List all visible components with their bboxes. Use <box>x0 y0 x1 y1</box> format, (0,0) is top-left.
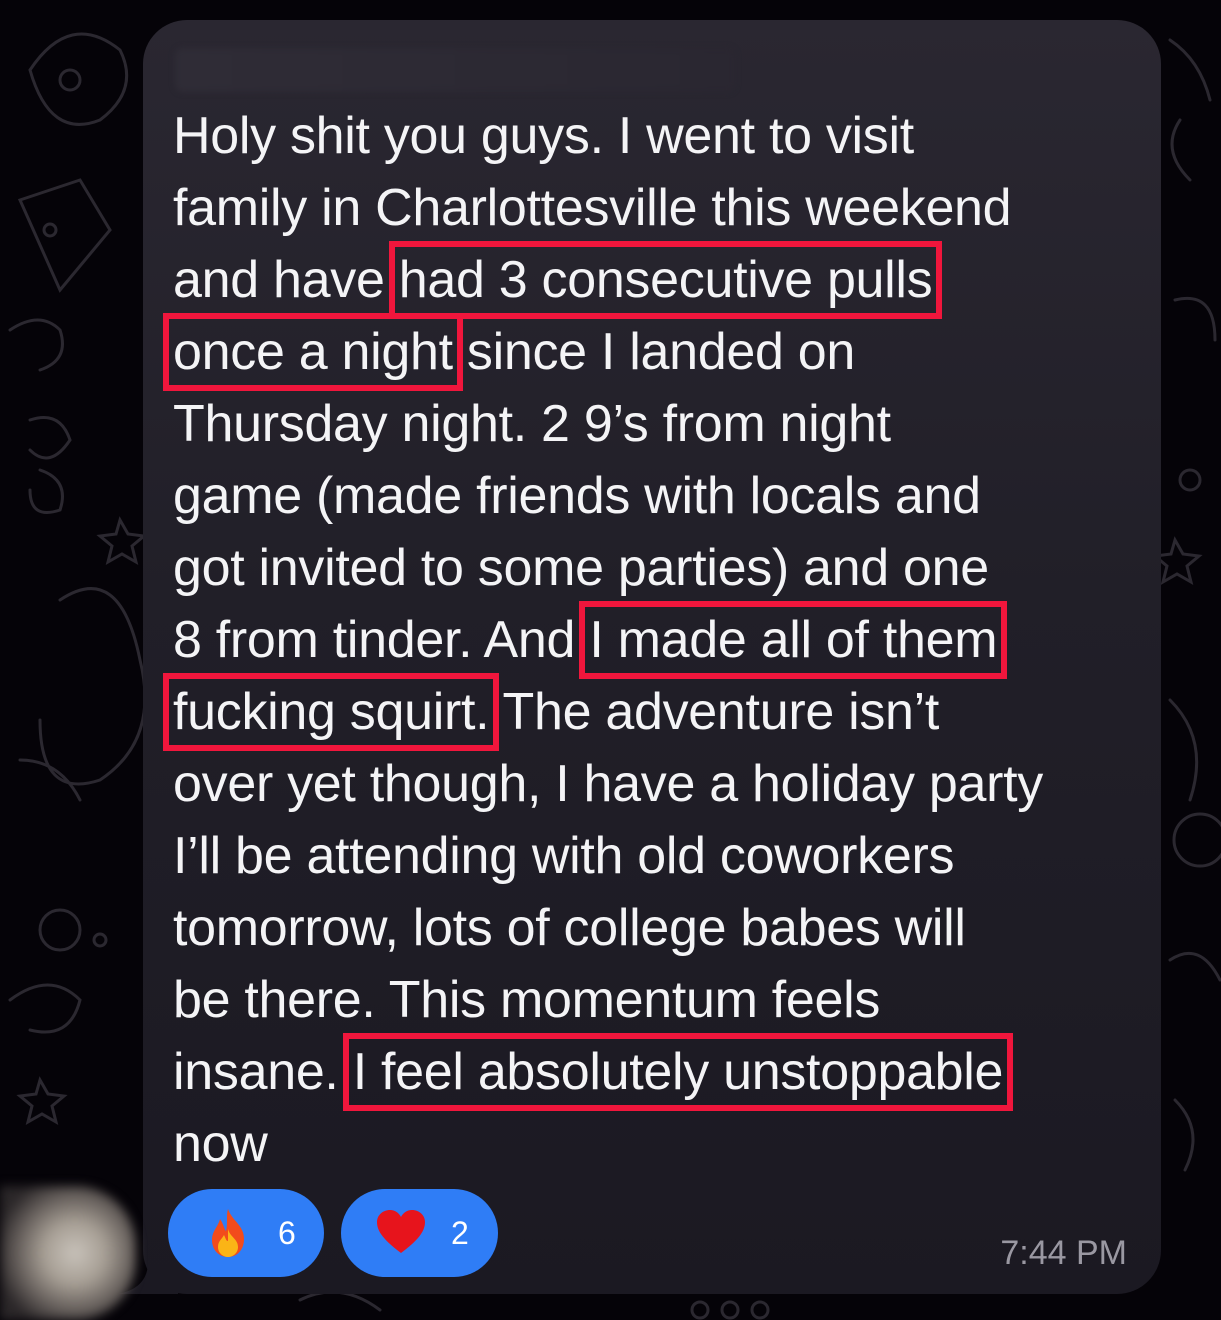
message-line: fucking squirt. The adventure isn’t <box>162 673 940 751</box>
message-line: got invited to some parties) and one <box>173 539 989 597</box>
message-line: once a night since I landed on <box>163 313 855 391</box>
message-text: Holy shit you guys. I went to visit fami… <box>162 100 1143 1180</box>
message-timestamp: 7:44 PM <box>1000 1234 1127 1272</box>
message-line: family in Charlottesville this weekend <box>173 179 1012 237</box>
reaction-fire-button[interactable]: 6 <box>168 1189 324 1277</box>
sender-name-redacted <box>175 48 735 92</box>
message-line: Holy shit you guys. I went to visit <box>173 107 914 165</box>
reaction-heart-button[interactable]: 2 <box>341 1189 498 1277</box>
message-line: and have had 3 consecutive pulls <box>173 241 943 319</box>
message-line: over yet though, I have a holiday party <box>173 755 1043 813</box>
highlighted-phrase: fucking squirt. <box>162 673 500 751</box>
message-line: game (made friends with locals and <box>173 467 981 525</box>
heart-icon <box>377 1210 425 1253</box>
fire-icon <box>212 1209 244 1257</box>
message-line: tomorrow, lots of college babes will <box>173 899 966 957</box>
avatar[interactable] <box>0 1186 136 1320</box>
message-line: Thursday night. 2 9’s from night <box>173 395 891 453</box>
message-line: be there. This momentum feels <box>173 971 881 1029</box>
message-line: 8 from tinder. And I made all of them <box>173 601 1008 679</box>
highlighted-phrase: I feel absolutely unstoppable <box>342 1033 1014 1111</box>
highlighted-phrase: had 3 consecutive pulls <box>388 241 943 319</box>
highlighted-phrase: I made all of them <box>579 601 1008 679</box>
reaction-count: 2 <box>451 1214 469 1251</box>
message-line: I’ll be attending with old coworkers <box>173 827 955 885</box>
reaction-count: 6 <box>278 1214 296 1251</box>
highlighted-phrase: once a night <box>163 313 463 391</box>
message-line: insane. I feel absolutely unstoppable <box>173 1033 1014 1111</box>
message-line: now <box>173 1115 268 1173</box>
